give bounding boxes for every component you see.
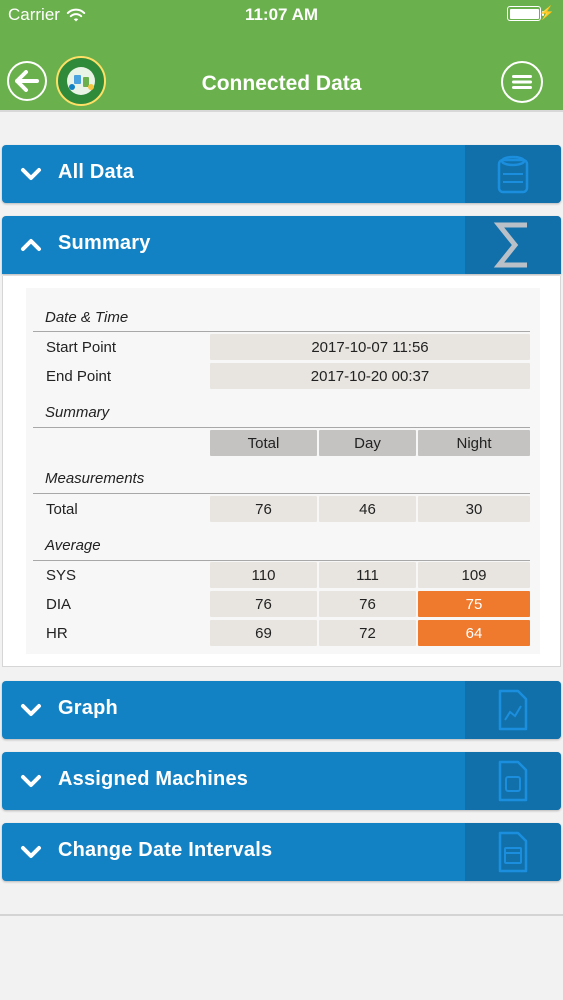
section-graph[interactable]: Graph	[2, 681, 561, 739]
section-graph-label: Graph	[58, 697, 118, 719]
chart-document-icon	[498, 689, 528, 731]
section-change-date-intervals-label: Change Date Intervals	[58, 839, 273, 861]
column-header-day: Day	[319, 430, 416, 456]
section-summary[interactable]: Summary	[2, 216, 561, 274]
dia-day-cell: 76	[319, 591, 416, 617]
machine-document-icon	[498, 760, 528, 802]
chevron-down-icon	[21, 846, 41, 858]
hr-row-label: HR	[46, 625, 68, 642]
battery-icon	[507, 6, 544, 21]
date-time-heading: Date & Time	[45, 309, 129, 326]
database-icon	[497, 155, 529, 194]
total-row-label: Total	[46, 501, 78, 518]
start-point-value: 2017-10-07 11:56	[210, 334, 530, 360]
hamburger-menu-icon	[512, 75, 532, 89]
end-point-value: 2017-10-20 00:37	[210, 363, 530, 389]
chevron-down-icon	[21, 168, 41, 180]
section-summary-label: Summary	[58, 232, 151, 254]
menu-button[interactable]	[501, 61, 543, 103]
sys-row-label: SYS	[46, 567, 77, 584]
section-assigned-machines-label: Assigned Machines	[58, 768, 249, 790]
page-title: Connected Data	[201, 72, 362, 95]
start-point-label: Start Point	[46, 339, 117, 356]
dia-row-label: DIA	[46, 596, 72, 613]
dia-total-cell: 76	[210, 591, 317, 617]
sys-day-cell: 111	[319, 562, 416, 588]
measurements-heading: Measurements	[45, 470, 145, 487]
hr-day-cell: 72	[319, 620, 416, 646]
day-cell: 46	[319, 496, 416, 522]
nav-bar: Connected Data	[0, 28, 563, 112]
section-all-data-label: All Data	[58, 161, 135, 183]
divider	[33, 560, 530, 561]
divider	[33, 331, 530, 332]
divider	[33, 493, 530, 494]
chevron-up-icon	[21, 239, 41, 251]
sys-total-cell: 110	[210, 562, 317, 588]
night-cell: 30	[418, 496, 530, 522]
end-point-label: End Point	[46, 368, 112, 385]
chevron-down-icon	[21, 775, 41, 787]
summary-heading: Summary	[45, 404, 110, 421]
status-time: 11:07 AM	[244, 5, 319, 24]
divider	[33, 427, 530, 428]
calendar-document-icon	[498, 831, 528, 873]
column-header-total: Total	[210, 430, 317, 456]
charging-bolt-icon: ⚡	[538, 5, 555, 20]
average-heading: Average	[45, 537, 101, 554]
section-assigned-machines[interactable]: Assigned Machines	[2, 752, 561, 810]
sigma-icon	[493, 222, 527, 268]
column-header-night: Night	[418, 430, 530, 456]
hr-night-cell-highlighted: 64	[418, 620, 530, 646]
total-cell: 76	[210, 496, 317, 522]
section-all-data[interactable]: All Data	[2, 145, 561, 203]
hr-total-cell: 69	[210, 620, 317, 646]
status-bar: Carrier 11:07 AM ⚡	[0, 0, 563, 28]
section-change-date-intervals[interactable]: Change Date Intervals	[2, 823, 561, 881]
dia-night-cell-highlighted: 75	[418, 591, 530, 617]
sys-night-cell: 109	[418, 562, 530, 588]
bottom-divider	[0, 914, 563, 916]
chevron-down-icon	[21, 704, 41, 716]
